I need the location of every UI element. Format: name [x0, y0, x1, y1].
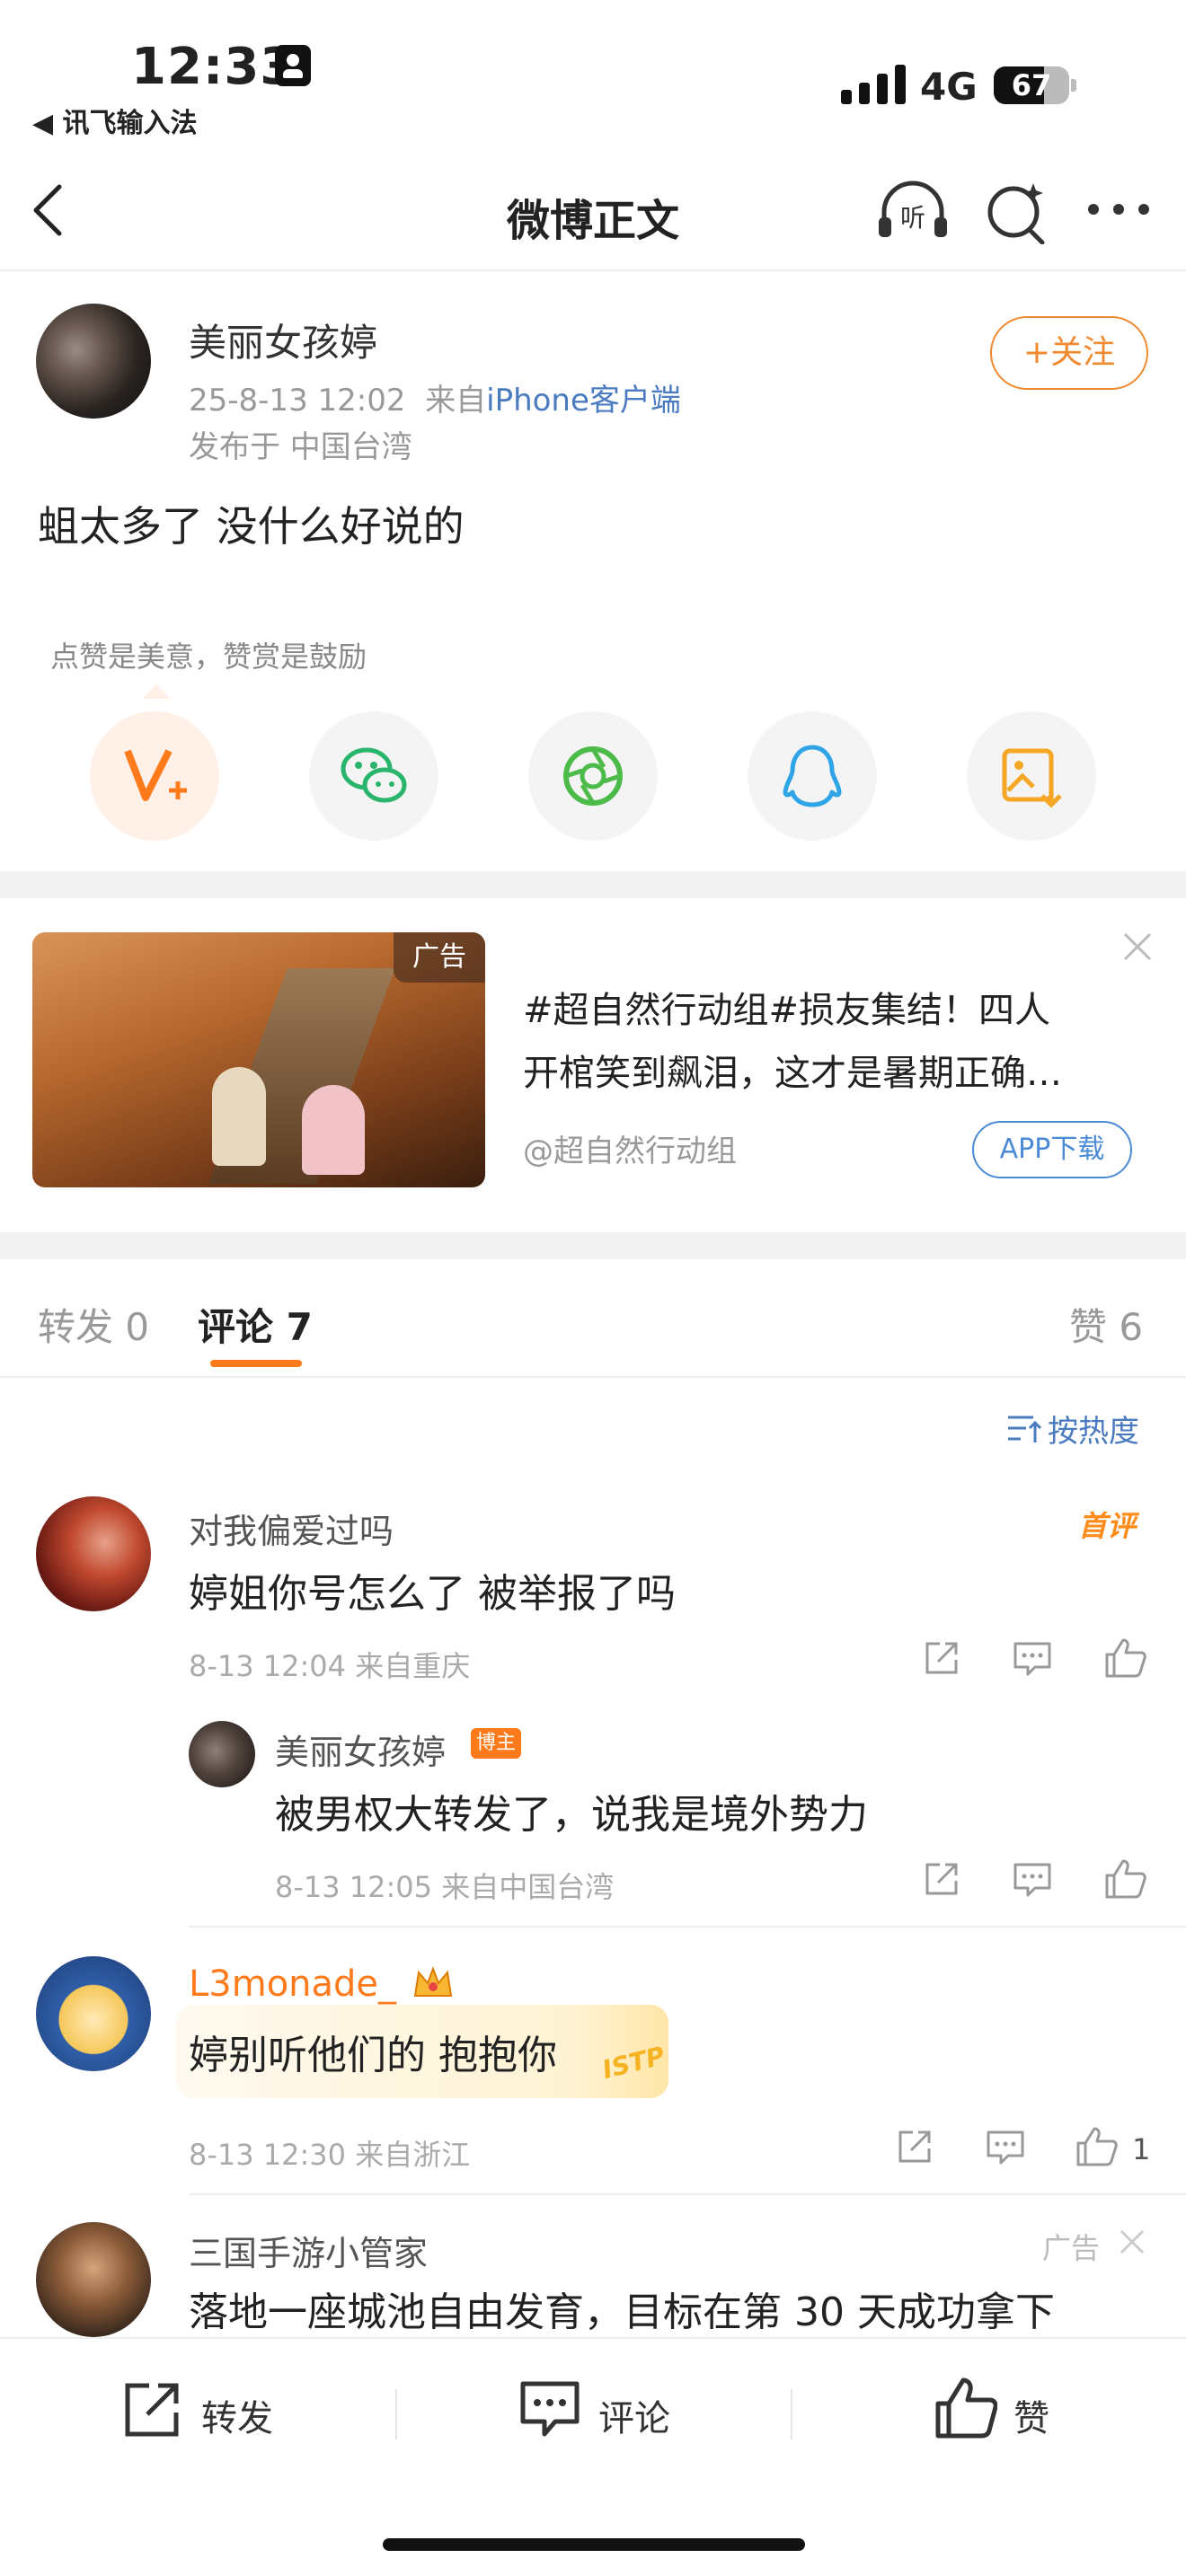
author-avatar[interactable]: [36, 304, 151, 419]
comment-meta: 8-13 12:04 来自重庆: [189, 1649, 471, 1683]
tab-repost[interactable]: 转发 0: [38, 1297, 149, 1352]
section-separator: [0, 871, 1186, 898]
ad-title-line1[interactable]: #超自然行动组#损友集结！四人: [523, 981, 1050, 1033]
comment-icon[interactable]: [985, 2129, 1026, 2166]
post-location: 发布于 中国台湾: [189, 429, 412, 465]
tab-active-indicator: [210, 1360, 302, 1367]
post-meta: 25-8-13 12:02 来自iPhone客户端: [189, 375, 681, 419]
repost-icon[interactable]: [122, 2380, 185, 2439]
app-download-button[interactable]: APP下载: [972, 1121, 1132, 1178]
like-icon[interactable]: [1075, 2125, 1118, 2166]
like-icon[interactable]: [1103, 1636, 1146, 1678]
comment-meta: 8-13 12:30 来自浙江: [189, 2138, 471, 2172]
close-icon[interactable]: [1118, 2228, 1146, 2256]
reply-avatar[interactable]: [189, 1721, 255, 1787]
post-text: 蛆太多了 没什么好说的: [38, 502, 465, 551]
comment-text: 婷姐你号怎么了 被举报了吗: [189, 1571, 676, 1617]
avatar[interactable]: [36, 1496, 151, 1611]
avatar[interactable]: [36, 2222, 151, 2337]
comment-icon[interactable]: [1012, 1640, 1053, 1678]
back-to-app-link[interactable]: ◀ 讯飞输入法: [32, 101, 198, 140]
svg-text:听: 听: [900, 203, 925, 233]
crown-icon: [412, 1963, 455, 2003]
moments-icon[interactable]: [528, 711, 658, 841]
comment-text: 婷别听他们的 抱抱你: [189, 2033, 557, 2078]
home-indicator: [383, 2538, 805, 2551]
battery-level: 67: [1011, 68, 1052, 102]
ad-badge: 广告: [394, 932, 485, 983]
first-comment-badge: 首评: [1078, 1509, 1137, 1543]
comment-icon[interactable]: [1012, 1861, 1053, 1899]
share-icon[interactable]: [922, 1859, 961, 1899]
avatar[interactable]: [36, 1956, 151, 2071]
ad-label: 广告: [1042, 2231, 1101, 2265]
ad-source[interactable]: @超自然行动组: [523, 1126, 737, 1170]
ad-title-line2[interactable]: 开棺笑到飙泪，这才是暑期正确…: [523, 1044, 1062, 1096]
close-icon[interactable]: [1121, 931, 1154, 963]
repost-button[interactable]: 转发: [201, 2389, 273, 2441]
like-count: 1: [1132, 2132, 1151, 2166]
like-icon[interactable]: [1103, 1857, 1146, 1899]
tab-comment[interactable]: 评论 7: [198, 1297, 313, 1352]
reply-author-name[interactable]: 美丽女孩婷: [275, 1725, 446, 1774]
signal-icon: [841, 65, 906, 104]
comment-divider: [189, 1926, 1186, 1928]
network-type: 4G: [920, 65, 978, 109]
commenter-name[interactable]: 三国手游小管家: [189, 2226, 428, 2275]
sort-label: 按热度: [1048, 1414, 1139, 1450]
post-date: 25-8-13 12:02: [189, 383, 406, 419]
commenter-name[interactable]: L3monade_: [189, 1963, 396, 2005]
tab-divider: [0, 1376, 1186, 1378]
share-icon[interactable]: [895, 2127, 934, 2166]
battery-icon: 67: [994, 66, 1069, 104]
qq-icon[interactable]: [748, 711, 877, 841]
nav-divider: [0, 269, 1186, 271]
battery-tip: [1071, 79, 1076, 92]
comment-divider: [189, 2193, 1186, 2195]
source-prefix: 来自: [425, 383, 487, 419]
tip-pointer: [142, 684, 171, 699]
comment-text: 落地一座城池自由发育，目标在第 30 天成功拿下: [189, 2289, 1055, 2335]
reply-text: 被男权大转发了，说我是境外势力: [275, 1792, 868, 1838]
sparkle-search-icon[interactable]: [985, 180, 1049, 244]
commenter-name[interactable]: 对我偏爱过吗: [189, 1504, 394, 1553]
section-separator: [0, 1232, 1186, 1259]
like-icon[interactable]: [934, 2377, 997, 2439]
bar-divider: [395, 2389, 397, 2439]
headphones-listen-icon[interactable]: 听: [877, 180, 949, 243]
more-dots-icon[interactable]: [1087, 203, 1150, 216]
sort-by-hot-button[interactable]: 按热度: [1006, 1407, 1139, 1451]
comment-button[interactable]: 评论: [598, 2389, 670, 2441]
status-time: 12:33: [131, 38, 296, 96]
tip-v-plus-icon[interactable]: [90, 711, 219, 841]
wechat-icon[interactable]: [309, 711, 438, 841]
follow-button[interactable]: +关注: [990, 316, 1148, 390]
post-source-link[interactable]: iPhone客户端: [486, 383, 681, 419]
tip-hint: 点赞是美意，赞赏是鼓励: [50, 640, 367, 674]
share-icon[interactable]: [922, 1638, 961, 1678]
reply-meta: 8-13 12:05 来自中国台湾: [275, 1870, 615, 1904]
like-button[interactable]: 赞: [1013, 2389, 1049, 2441]
bar-divider: [791, 2389, 792, 2439]
comment-icon[interactable]: [519, 2380, 582, 2439]
author-tag: 博主: [471, 1728, 521, 1759]
contact-badge-icon: [275, 45, 311, 86]
author-name[interactable]: 美丽女孩婷: [189, 313, 377, 367]
tab-like[interactable]: 赞 6: [1069, 1297, 1143, 1352]
save-image-icon[interactable]: [967, 711, 1096, 841]
